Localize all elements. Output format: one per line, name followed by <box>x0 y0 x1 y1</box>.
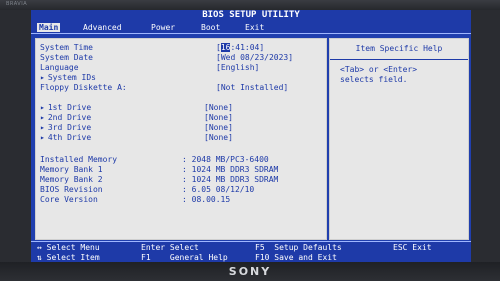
info-label: Memory Bank 2 <box>40 175 103 184</box>
key-help-bar: ↔ Select Menu ⇅ Select Item Enter Select… <box>31 241 471 262</box>
info-value: : 2048 MB/PC3-6400 <box>182 155 269 164</box>
monitor-bezel-bottom: SONY <box>0 262 500 281</box>
bezel-brand-logo: SONY <box>228 265 272 278</box>
help-line: <Tab> or <Enter> <box>340 65 418 74</box>
floppy-label: Floppy Diskette A: <box>40 83 127 92</box>
status-esc-exit: ESC Exit <box>393 243 432 252</box>
system-date-value[interactable]: [Wed 08/23/2023] <box>216 53 293 62</box>
drive-label: 1st Drive <box>47 103 92 112</box>
status-save-exit: F10 Save and Exit <box>255 253 337 262</box>
monitor-bezel-top: BRAVIA <box>0 0 500 10</box>
info-label: BIOS Revision <box>40 185 103 194</box>
system-ids-label: System IDs <box>47 73 96 82</box>
bios-title: BIOS SETUP UTILITY <box>202 10 300 20</box>
submenu-arrow-icon: ▸ <box>40 113 45 122</box>
menu-power[interactable]: Power <box>149 23 177 32</box>
drive-label: 4th Drive <box>47 133 92 142</box>
submenu-arrow-icon: ▸ <box>40 123 45 132</box>
info-value: : 1024 MB DDR3 SDRAM <box>182 165 279 174</box>
up-down-arrow-icon: ⇅ <box>37 253 42 262</box>
info-value: : 1024 MB DDR3 SDRAM <box>182 175 279 184</box>
language-label: Language <box>40 63 79 72</box>
drive-label: 3rd Drive <box>47 123 92 132</box>
drive-value: [None] <box>204 103 233 112</box>
title-bar: BIOS SETUP UTILITY <box>31 10 471 21</box>
status-general-help: F1 General Help <box>141 253 228 262</box>
status-select-item: ⇅ Select Item <box>37 253 100 262</box>
left-right-arrow-icon: ↔ <box>37 243 42 252</box>
help-panel: Item Specific Help <Tab> or <Enter> sele… <box>329 38 469 240</box>
submenu-arrow-icon: ▸ <box>40 133 45 142</box>
system-time-label: System Time <box>40 43 93 52</box>
status-enter-select: Enter Select <box>141 243 199 252</box>
submenu-arrow-icon: ▸ <box>40 103 45 112</box>
help-line: selects field. <box>340 75 408 84</box>
drive-label: 2nd Drive <box>47 113 92 122</box>
info-value: : 08.00.15 <box>182 195 231 204</box>
menu-advanced[interactable]: Advanced <box>81 23 124 32</box>
bezel-brand-top: BRAVIA <box>6 1 28 7</box>
submenu-arrow-icon: ▸ <box>40 73 45 82</box>
drive-value: [None] <box>204 113 233 122</box>
floppy-value[interactable]: [Not Installed] <box>216 83 288 92</box>
drive-value: [None] <box>204 123 233 132</box>
system-date-label: System Date <box>40 53 93 62</box>
menu-boot[interactable]: Boot <box>199 23 222 32</box>
info-label: Memory Bank 1 <box>40 165 103 174</box>
help-title: Item Specific Help <box>330 39 468 60</box>
menu-exit[interactable]: Exit <box>243 23 266 32</box>
system-time-value[interactable]: [16:41:04] <box>216 43 264 52</box>
info-value: : 6.05 08/12/10 <box>182 185 255 194</box>
drive-value: [None] <box>204 133 233 142</box>
menu-bar: Main Advanced Power Boot Exit <box>31 21 471 34</box>
info-label: Core Version <box>40 195 98 204</box>
info-label: Installed Memory <box>40 155 118 164</box>
language-value[interactable]: [English] <box>216 63 259 72</box>
status-select-menu: ↔ Select Menu <box>37 243 100 252</box>
main-settings-panel: System Time [16:41:04] System Date [Wed … <box>35 38 327 240</box>
status-setup-defaults: F5 Setup Defaults <box>255 243 342 252</box>
bios-screen: BIOS SETUP UTILITY Main Advanced Power B… <box>31 10 471 262</box>
menu-main[interactable]: Main <box>37 23 61 32</box>
